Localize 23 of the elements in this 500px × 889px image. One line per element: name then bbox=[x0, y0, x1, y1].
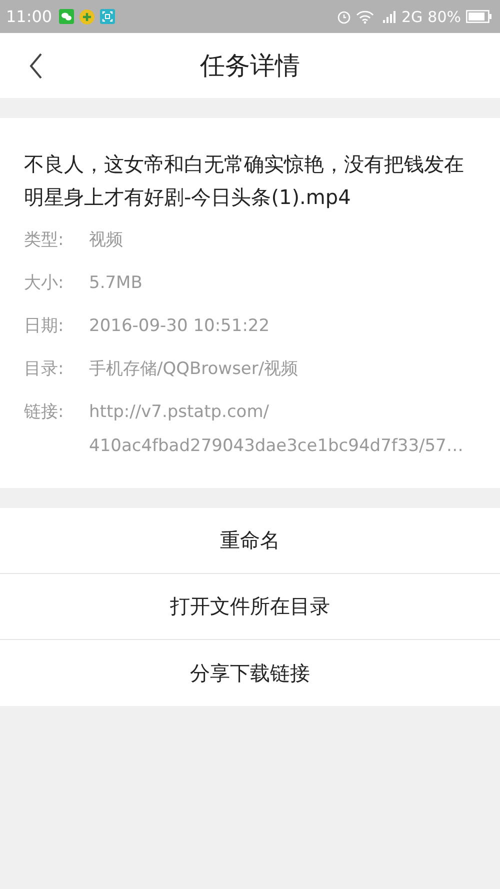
detail-value: 视频 bbox=[89, 229, 123, 252]
detail-value: http://v7.pstatp.com/ bbox=[89, 401, 269, 424]
detail-label: 类型: bbox=[24, 229, 65, 252]
detail-label: 日期: bbox=[24, 315, 65, 338]
detail-label: 链接: bbox=[24, 401, 65, 424]
page-title: 任务详情 bbox=[200, 50, 300, 82]
battery-icon bbox=[466, 10, 492, 23]
detail-value: 410ac4fbad279043dae3ce1bc94d7f33/57… bbox=[89, 435, 464, 458]
scan-icon bbox=[100, 9, 116, 24]
chat-app-icon bbox=[59, 9, 74, 24]
wifi-icon bbox=[356, 10, 374, 24]
file-name: 不良人，这女帝和白无常确实惊艳，没有把钱发在明星身上才有好剧-今日头条(1).mp4 bbox=[24, 151, 465, 211]
status-time: 11:00 bbox=[6, 7, 52, 26]
network-type: 2G bbox=[401, 8, 423, 26]
battery-percent: 80% bbox=[428, 8, 461, 26]
detail-value: 手机存储/QQBrowser/视频 bbox=[89, 358, 298, 381]
alarm-icon bbox=[337, 10, 352, 24]
detail-label: 目录: bbox=[24, 358, 65, 381]
detail-value: 2016-09-30 10:51:22 bbox=[89, 315, 270, 338]
detail-label: 大小: bbox=[24, 272, 65, 295]
plus-circle-icon bbox=[79, 8, 96, 24]
detail-value: 5.7MB bbox=[89, 272, 142, 295]
signal-icon bbox=[383, 10, 396, 23]
